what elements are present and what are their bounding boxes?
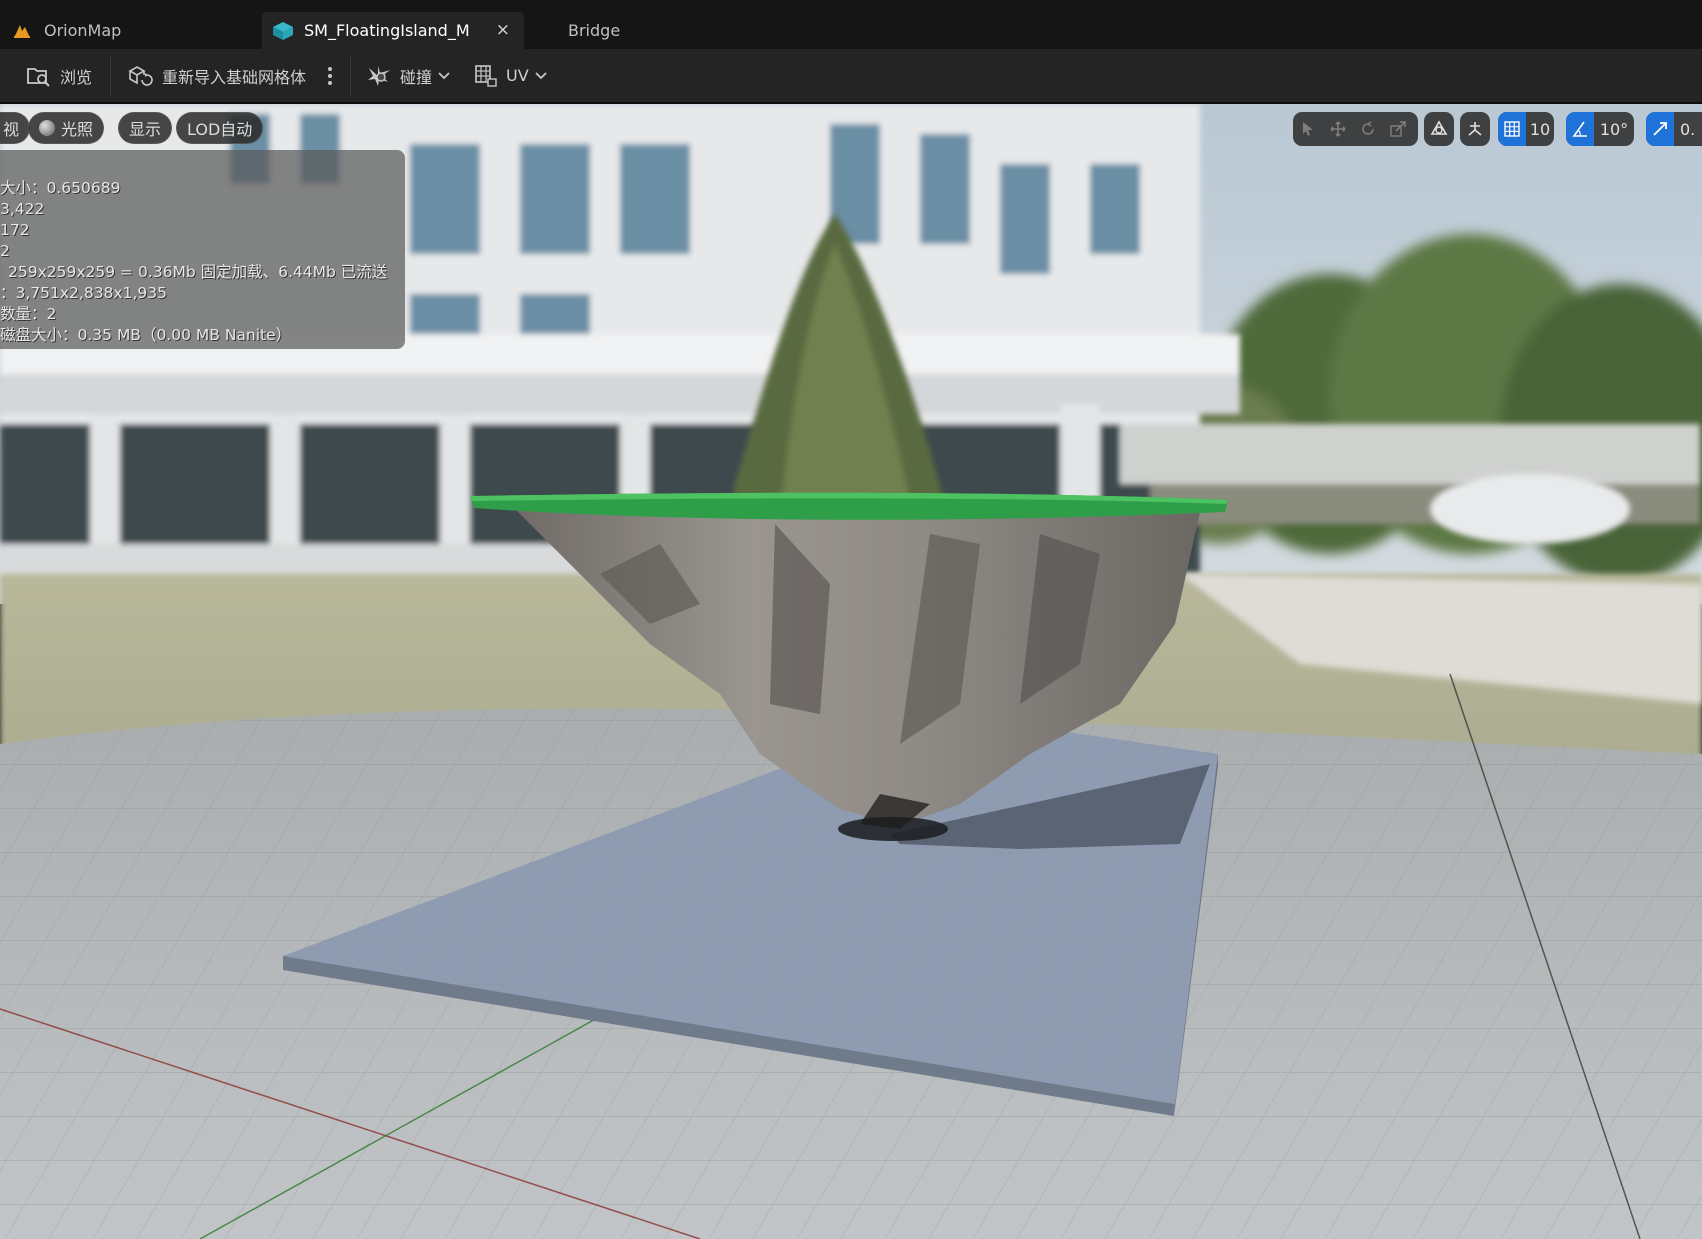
- stat-line: 172: [0, 221, 30, 239]
- unreal-warning-icon: [12, 21, 32, 41]
- toolbar-divider: [350, 57, 351, 95]
- tab-bridge[interactable]: Bridge: [560, 12, 680, 49]
- grid-snap-toggle[interactable]: [1498, 112, 1526, 146]
- rotate-tool-button[interactable]: [1353, 112, 1383, 146]
- mesh-stats-panel: 大小：0.650689 3,422 172 2 259x259x259 = 0.…: [0, 150, 405, 349]
- rotation-snap-toggle[interactable]: [1566, 112, 1594, 146]
- translate-tool-button[interactable]: [1323, 112, 1353, 146]
- collision-dropdown[interactable]: 碰撞: [366, 49, 450, 102]
- lod-button[interactable]: LOD自动: [176, 112, 264, 144]
- scale-snap-toggle[interactable]: [1646, 112, 1674, 146]
- globe-coordinates-icon: [1430, 120, 1448, 135]
- background-car: [1430, 474, 1630, 544]
- stat-line: 数量：2: [0, 305, 57, 323]
- chevron-down-icon: [535, 71, 547, 79]
- uv-grid-icon: [475, 64, 497, 87]
- grid-snap-group[interactable]: 10: [1498, 112, 1554, 146]
- stat-line: 大小：0.650689: [0, 179, 121, 197]
- static-mesh-icon: [272, 21, 293, 41]
- close-icon[interactable]: ×: [496, 20, 510, 40]
- reimport-icon: [128, 65, 153, 86]
- surface-snap-button[interactable]: [1460, 112, 1490, 146]
- uv-label: UV: [506, 66, 529, 85]
- browse-button[interactable]: 浏览: [26, 49, 92, 102]
- vertical-ellipsis-icon: [328, 66, 332, 85]
- move-icon: [1330, 121, 1346, 137]
- view-mode-label: 视: [3, 120, 20, 139]
- scale-snap-value[interactable]: 0.: [1674, 112, 1702, 146]
- stat-line: ：3,751x2,838x1,935: [0, 284, 167, 302]
- browse-label: 浏览: [60, 67, 93, 87]
- lighting-button[interactable]: 光照: [28, 112, 105, 144]
- stat-line: 259x259x259 = 0.36Mb 固定加载、6.44Mb 已流送: [8, 263, 388, 281]
- scale-snap-group[interactable]: 0.: [1646, 112, 1702, 146]
- tab-orionmap[interactable]: OrionMap: [0, 12, 260, 49]
- scale-arrow-icon: [1653, 122, 1667, 136]
- show-button[interactable]: 显示: [118, 112, 173, 144]
- world-local-button[interactable]: [1424, 112, 1454, 146]
- uv-dropdown[interactable]: UV: [474, 49, 547, 102]
- reimport-button[interactable]: 重新导入基础网格体: [128, 49, 306, 102]
- collision-label: 碰撞: [400, 67, 433, 87]
- grid-snap-value[interactable]: 10: [1526, 112, 1554, 146]
- tab-bar: OrionMap SM_FloatingIsland_M × Bridge: [0, 0, 1702, 49]
- grid-icon: [1504, 121, 1520, 137]
- chevron-down-icon: [438, 71, 450, 79]
- toolbar-divider: [110, 57, 111, 95]
- angle-icon: [1572, 121, 1587, 137]
- stat-line: 3,422: [0, 200, 45, 218]
- tab-label: OrionMap: [44, 21, 122, 40]
- asset-toolbar: 浏览 重新导入基础网格体 碰撞 UV: [0, 49, 1702, 104]
- tab-label: SM_FloatingIsland_M: [304, 21, 470, 40]
- rotation-snap-group[interactable]: 10°: [1566, 112, 1634, 146]
- cursor-icon: [1303, 122, 1313, 136]
- show-label: 显示: [129, 120, 162, 139]
- lit-sphere-icon: [39, 120, 55, 136]
- transform-tools-group: [1293, 112, 1418, 146]
- stat-line: 磁盘大小：0.35 MB（0.00 MB Nanite）: [0, 326, 292, 344]
- lighting-label: 光照: [61, 120, 94, 139]
- surface-snap-icon: [1468, 122, 1482, 136]
- mesh-viewport[interactable]: 视 光照 显示 LOD自动 大小：0.650689 3,422 172 2 25…: [0, 104, 1702, 1239]
- reimport-label: 重新导入基础网格体: [162, 67, 307, 87]
- scale-icon: [1390, 121, 1406, 137]
- tab-static-mesh[interactable]: SM_FloatingIsland_M ×: [262, 12, 524, 49]
- select-tool-button[interactable]: [1293, 112, 1323, 146]
- browse-folder-icon: [27, 67, 50, 87]
- rotate-icon: [1362, 121, 1374, 135]
- tab-label: Bridge: [568, 21, 621, 40]
- rotation-snap-value[interactable]: 10°: [1594, 112, 1634, 146]
- scale-tool-button[interactable]: [1383, 112, 1413, 146]
- collision-icon: [368, 65, 390, 86]
- stat-line: 2: [0, 242, 10, 260]
- lod-label: LOD自动: [187, 120, 253, 139]
- more-options-button[interactable]: [326, 49, 342, 102]
